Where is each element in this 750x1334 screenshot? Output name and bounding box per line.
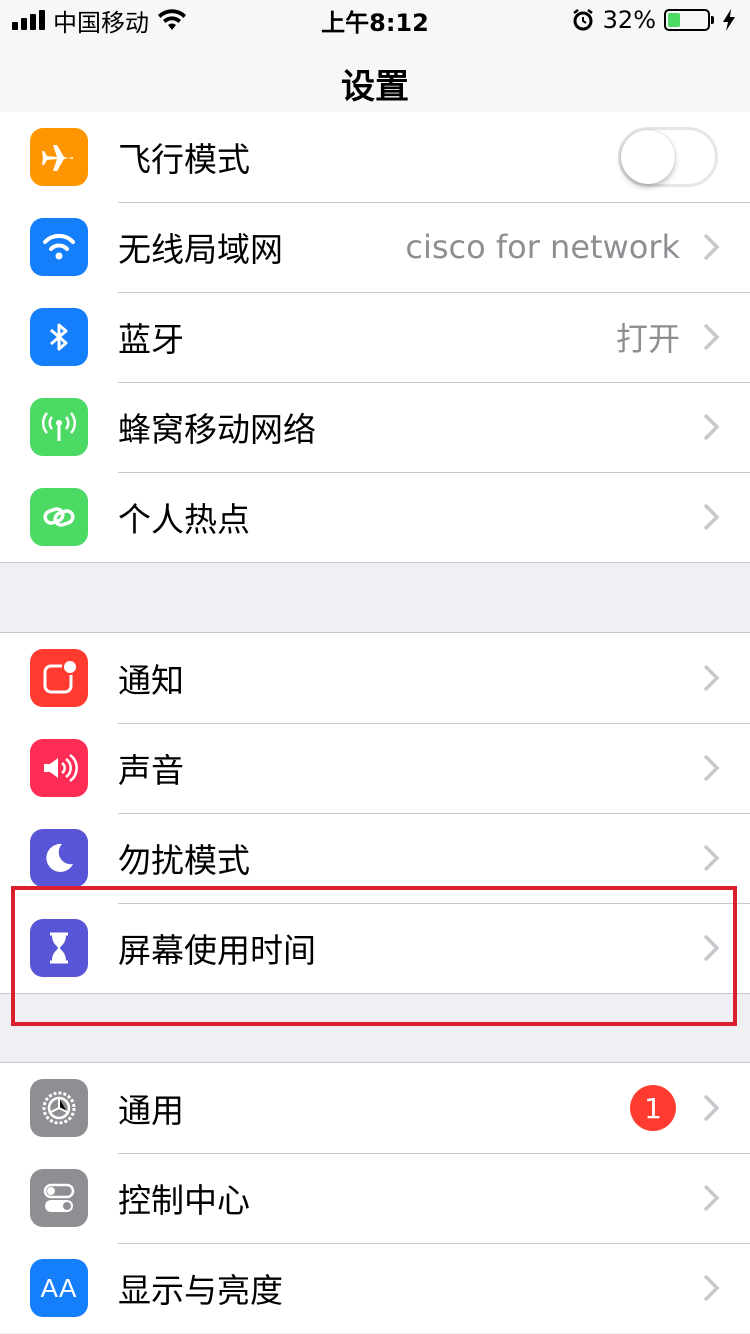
row-label: 个人热点 xyxy=(118,500,250,539)
settings-row-control-center[interactable]: 控制中心 xyxy=(0,1153,750,1243)
chevron-right-icon xyxy=(703,934,720,962)
row-label: 控制中心 xyxy=(118,1181,250,1220)
signal-bars-icon xyxy=(12,10,45,30)
settings-row-display-brightness[interactable]: AA 显示与亮度 xyxy=(0,1243,750,1333)
settings-group-connectivity: 飞行模式 无线局域网 cisco for network 蓝牙 打开 蜂窝移动网… xyxy=(0,112,750,563)
chevron-right-icon xyxy=(703,664,720,692)
settings-group-notifications: 通知 声音 勿扰模式 屏幕使用时间 xyxy=(0,632,750,994)
text-size-glyph: AA xyxy=(40,1272,78,1303)
settings-group-general: 通用 1 控制中心 AA 显示与亮度 xyxy=(0,1062,750,1333)
row-label: 显示与亮度 xyxy=(118,1271,283,1310)
row-label: 声音 xyxy=(118,751,184,790)
row-label: 通用 xyxy=(118,1091,184,1130)
bluetooth-icon xyxy=(30,308,88,366)
moon-icon xyxy=(30,829,88,887)
settings-row-notifications[interactable]: 通知 xyxy=(0,633,750,723)
status-bar: 中国移动 上午8:12 32% xyxy=(0,0,750,40)
battery-icon xyxy=(664,9,714,31)
chevron-right-icon xyxy=(703,754,720,782)
battery-fill xyxy=(668,13,681,27)
charging-bolt-icon xyxy=(723,9,735,31)
settings-row-personal-hotspot[interactable]: 个人热点 xyxy=(0,472,750,562)
battery-percent: 32% xyxy=(602,6,656,34)
row-value: 打开 xyxy=(615,320,680,358)
page-title: 设置 xyxy=(341,67,409,107)
row-label: 蜂窝移动网络 xyxy=(118,410,316,449)
settings-row-screen-time[interactable]: 屏幕使用时间 xyxy=(0,903,750,993)
wifi-icon xyxy=(30,218,88,276)
hourglass-icon xyxy=(30,919,88,977)
row-value: cisco for network xyxy=(405,228,680,266)
row-label: 无线局域网 xyxy=(118,230,283,269)
chevron-right-icon xyxy=(703,1184,720,1212)
settings-row-bluetooth[interactable]: 蓝牙 打开 xyxy=(0,292,750,382)
notifications-icon xyxy=(30,649,88,707)
speaker-icon xyxy=(30,739,88,797)
alarm-icon xyxy=(572,9,593,31)
wifi-icon xyxy=(158,9,186,30)
hotspot-link-icon xyxy=(30,488,88,546)
settings-row-sounds[interactable]: 声音 xyxy=(0,723,750,813)
airplane-icon xyxy=(30,128,88,186)
settings-row-do-not-disturb[interactable]: 勿扰模式 xyxy=(0,813,750,903)
chevron-right-icon xyxy=(703,1094,720,1122)
chevron-right-icon xyxy=(703,233,720,261)
chevron-right-icon xyxy=(703,844,720,872)
chevron-right-icon xyxy=(703,323,720,351)
settings-row-airplane-mode[interactable]: 飞行模式 xyxy=(0,112,750,202)
settings-row-wlan[interactable]: 无线局域网 cisco for network xyxy=(0,202,750,292)
settings-row-cellular[interactable]: 蜂窝移动网络 xyxy=(0,382,750,472)
toggle-knob xyxy=(621,130,675,184)
update-badge: 1 xyxy=(630,1085,676,1131)
switches-icon xyxy=(30,1169,88,1227)
text-size-icon: AA xyxy=(30,1259,88,1317)
row-label: 通知 xyxy=(118,661,184,700)
chevron-right-icon xyxy=(703,503,720,531)
row-label: 屏幕使用时间 xyxy=(118,931,316,970)
status-left: 中国移动 xyxy=(12,3,187,38)
cellular-antenna-icon xyxy=(30,398,88,456)
settings-row-general[interactable]: 通用 1 xyxy=(0,1063,750,1153)
row-label: 勿扰模式 xyxy=(118,841,250,880)
status-right: 32% xyxy=(571,6,736,34)
airplane-mode-toggle[interactable] xyxy=(618,127,718,187)
chevron-right-icon xyxy=(703,1274,720,1302)
row-label: 蓝牙 xyxy=(118,320,184,359)
row-label: 飞行模式 xyxy=(118,140,250,179)
gear-icon xyxy=(30,1079,88,1137)
carrier-name: 中国移动 xyxy=(53,8,149,37)
chevron-right-icon xyxy=(703,413,720,441)
